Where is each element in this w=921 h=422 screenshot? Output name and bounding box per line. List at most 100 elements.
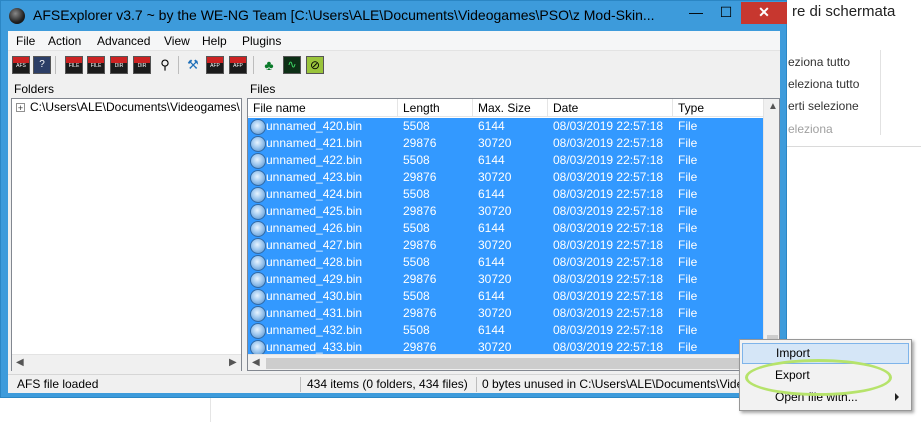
file-rows: unnamed_420.bin 5508 6144 08/03/2019 22:57:… bbox=[248, 118, 763, 356]
ribbon-select-none[interactable]: eleziona tutto bbox=[788, 77, 859, 91]
column-header-max-size[interactable]: Max. Size bbox=[473, 99, 548, 117]
scroll-left-icon[interactable]: ◀ bbox=[16, 357, 24, 368]
file-icon bbox=[250, 119, 266, 135]
cell-date: 08/03/2019 22:57:18 bbox=[553, 255, 664, 269]
toolbar-separator bbox=[253, 56, 254, 74]
column-header-date[interactable]: Date bbox=[548, 99, 673, 117]
cell-type: File bbox=[678, 187, 698, 201]
cell-date: 08/03/2019 22:57:18 bbox=[553, 289, 664, 303]
title-bar[interactable]: AFSExplorer v3.7 ~ by the WE-NG Team [C:… bbox=[1, 1, 788, 31]
files-list[interactable]: File name Length Max. Size Date Type unn… bbox=[247, 98, 780, 371]
table-row[interactable]: unnamed_420.bin 5508 6144 08/03/2019 22:57:… bbox=[248, 118, 763, 135]
ribbon-bottom-border bbox=[780, 146, 921, 147]
ribbon-invert-selection[interactable]: erti selezione bbox=[788, 99, 859, 113]
cell-type: File bbox=[678, 272, 698, 286]
tree-node-root[interactable]: C:\Users\ALE\Documents\Videogames\PSO\ bbox=[30, 100, 240, 114]
files-horizontal-scrollbar[interactable]: ◀ bbox=[248, 354, 779, 370]
table-row[interactable]: unnamed_421.bin 29876 30720 08/03/2019 22:5… bbox=[248, 135, 763, 152]
status-separator bbox=[476, 377, 477, 392]
table-row[interactable]: unnamed_426.bin 5508 6144 08/03/2019 22:57:… bbox=[248, 220, 763, 237]
file-icon bbox=[250, 323, 266, 339]
afs-icon[interactable]: AFS bbox=[12, 56, 30, 74]
folders-label: Folders bbox=[14, 82, 55, 96]
cell-type: File bbox=[678, 204, 698, 218]
window-client-area: File Action Advanced View Help Plugins A… bbox=[8, 31, 780, 393]
table-row[interactable]: unnamed_432.bin 5508 6144 08/03/2019 22:57:… bbox=[248, 322, 763, 339]
file-icon bbox=[250, 187, 266, 203]
cell-type: File bbox=[678, 238, 698, 252]
file-icon bbox=[250, 255, 266, 271]
file-icon bbox=[250, 153, 266, 169]
cell-length: 29876 bbox=[403, 238, 437, 252]
cell-length: 5508 bbox=[403, 153, 430, 167]
menu-help[interactable]: Help bbox=[202, 34, 227, 48]
cell-file-name: unnamed_428.bin bbox=[266, 255, 363, 269]
ribbon-select-group-label: eleziona bbox=[788, 122, 833, 136]
cell-date: 08/03/2019 22:57:18 bbox=[553, 153, 664, 167]
maximize-button[interactable]: ☐ bbox=[711, 2, 741, 24]
cell-file-name: unnamed_427.bin bbox=[266, 238, 363, 252]
table-row[interactable]: unnamed_431.bin 29876 30720 08/03/2019 22:5… bbox=[248, 305, 763, 322]
table-row[interactable]: unnamed_428.bin 5508 6144 08/03/2019 22:57:… bbox=[248, 254, 763, 271]
menu-view[interactable]: View bbox=[164, 34, 190, 48]
folders-horizontal-scrollbar[interactable]: ◀ ▶ bbox=[12, 354, 241, 371]
close-button[interactable]: ✕ bbox=[741, 2, 787, 24]
cell-length: 5508 bbox=[403, 323, 430, 337]
ribbon-select-all[interactable]: eziona tutto bbox=[788, 55, 850, 69]
table-row[interactable]: unnamed_429.bin 29876 30720 08/03/2019 22:5… bbox=[248, 271, 763, 288]
ribbon-divider bbox=[880, 50, 881, 135]
window-title: AFSExplorer v3.7 ~ by the WE-NG Team [C:… bbox=[33, 7, 655, 23]
export-dir-icon[interactable]: DIR bbox=[133, 56, 151, 74]
tools-icon[interactable]: ⚒ bbox=[184, 56, 202, 74]
cell-type: File bbox=[678, 221, 698, 235]
scroll-right-icon[interactable]: ▶ bbox=[229, 357, 237, 368]
menu-advanced[interactable]: Advanced bbox=[97, 34, 150, 48]
column-header-length[interactable]: Length bbox=[398, 99, 473, 117]
binoculars-icon[interactable]: ⚲ bbox=[156, 56, 174, 74]
import-dir-icon[interactable]: DIR bbox=[110, 56, 128, 74]
cell-length: 29876 bbox=[403, 204, 437, 218]
table-row[interactable]: unnamed_425.bin 29876 30720 08/03/2019 22:5… bbox=[248, 203, 763, 220]
menu-action[interactable]: Action bbox=[48, 34, 81, 48]
export-file-icon[interactable]: FILE bbox=[87, 56, 105, 74]
table-row[interactable]: unnamed_422.bin 5508 6144 08/03/2019 22:57:… bbox=[248, 152, 763, 169]
tree-expand-toggle[interactable]: + bbox=[16, 103, 25, 113]
import-file-icon[interactable]: FILE bbox=[65, 56, 83, 74]
app-icon[interactable] bbox=[9, 8, 25, 24]
menu-plugins[interactable]: Plugins bbox=[242, 34, 281, 48]
folders-tree[interactable]: + C:\Users\ALE\Documents\Videogames\PSO\… bbox=[11, 98, 242, 371]
cell-length: 5508 bbox=[403, 187, 430, 201]
table-row[interactable]: unnamed_424.bin 5508 6144 08/03/2019 22:57:… bbox=[248, 186, 763, 203]
column-header-type[interactable]: Type bbox=[673, 99, 763, 117]
cell-max-size: 30720 bbox=[478, 272, 512, 286]
scroll-left-icon[interactable]: ◀ bbox=[252, 357, 260, 368]
cell-date: 08/03/2019 22:57:18 bbox=[553, 221, 664, 235]
cell-max-size: 6144 bbox=[478, 153, 505, 167]
toolbar-separator bbox=[55, 56, 56, 74]
tree-icon[interactable]: ♣ bbox=[260, 56, 278, 74]
export-afp-icon[interactable]: AFP bbox=[229, 56, 247, 74]
table-row[interactable]: unnamed_423.bin 29876 30720 08/03/2019 22:5… bbox=[248, 169, 763, 186]
cell-max-size: 6144 bbox=[478, 289, 505, 303]
column-header-file-name[interactable]: File name bbox=[248, 99, 398, 117]
no-entry-icon[interactable]: ⊘ bbox=[306, 56, 324, 74]
waveform-icon[interactable]: ∿ bbox=[283, 56, 301, 74]
import-afp-icon[interactable]: AFP bbox=[206, 56, 224, 74]
cell-date: 08/03/2019 22:57:18 bbox=[553, 187, 664, 201]
files-vertical-scrollbar[interactable]: ▲ bbox=[763, 99, 779, 355]
cell-file-name: unnamed_421.bin bbox=[266, 136, 363, 150]
cell-length: 29876 bbox=[403, 306, 437, 320]
menu-file[interactable]: File bbox=[16, 34, 35, 48]
cell-file-name: unnamed_420.bin bbox=[266, 119, 363, 133]
file-icon bbox=[250, 221, 266, 237]
table-row[interactable]: unnamed_427.bin 29876 30720 08/03/2019 22:5… bbox=[248, 237, 763, 254]
cell-file-name: unnamed_423.bin bbox=[266, 170, 363, 184]
scroll-up-icon[interactable]: ▲ bbox=[768, 101, 778, 112]
help-icon[interactable]: ? bbox=[33, 56, 51, 74]
horizontal-scroll-thumb[interactable] bbox=[266, 358, 746, 369]
table-row[interactable]: unnamed_430.bin 5508 6144 08/03/2019 22:57:… bbox=[248, 288, 763, 305]
cell-max-size: 6144 bbox=[478, 187, 505, 201]
minimize-button[interactable]: — bbox=[681, 2, 711, 24]
status-item-count: 434 items (0 folders, 434 files) bbox=[307, 377, 468, 391]
status-separator bbox=[300, 377, 301, 392]
